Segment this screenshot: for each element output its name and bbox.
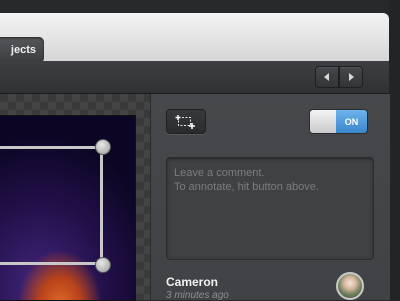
comment-input[interactable]: Leave a comment. To annotate, hit button… <box>166 157 374 260</box>
tab-projects-label: jects <box>10 44 36 56</box>
annotate-selection-icon <box>175 114 195 129</box>
comment-timestamp: 3 minutes ago <box>166 290 229 301</box>
resize-handle-top-right[interactable] <box>95 139 111 155</box>
annotate-button[interactable] <box>166 109 206 134</box>
tab-projects[interactable]: jects <box>0 37 44 63</box>
prev-button[interactable] <box>315 66 339 88</box>
next-button[interactable] <box>339 66 363 88</box>
annotation-toggle[interactable]: ON <box>309 109 368 134</box>
avatar[interactable] <box>336 272 364 300</box>
window-edge <box>389 0 400 300</box>
toggle-knob <box>310 110 336 133</box>
window-header: jects <box>0 13 389 63</box>
comment-author: Cameron <box>166 275 219 289</box>
comment-placeholder-line1: Leave a comment. <box>174 167 265 179</box>
resize-handle-bottom-right[interactable] <box>95 257 111 273</box>
comment-placeholder-line2: To annotate, hit button above. <box>174 181 319 193</box>
annotation-selection-box[interactable] <box>0 146 103 265</box>
toggle-on-label: ON <box>336 110 367 133</box>
triangle-right-icon <box>349 73 354 81</box>
triangle-left-icon <box>324 73 329 81</box>
